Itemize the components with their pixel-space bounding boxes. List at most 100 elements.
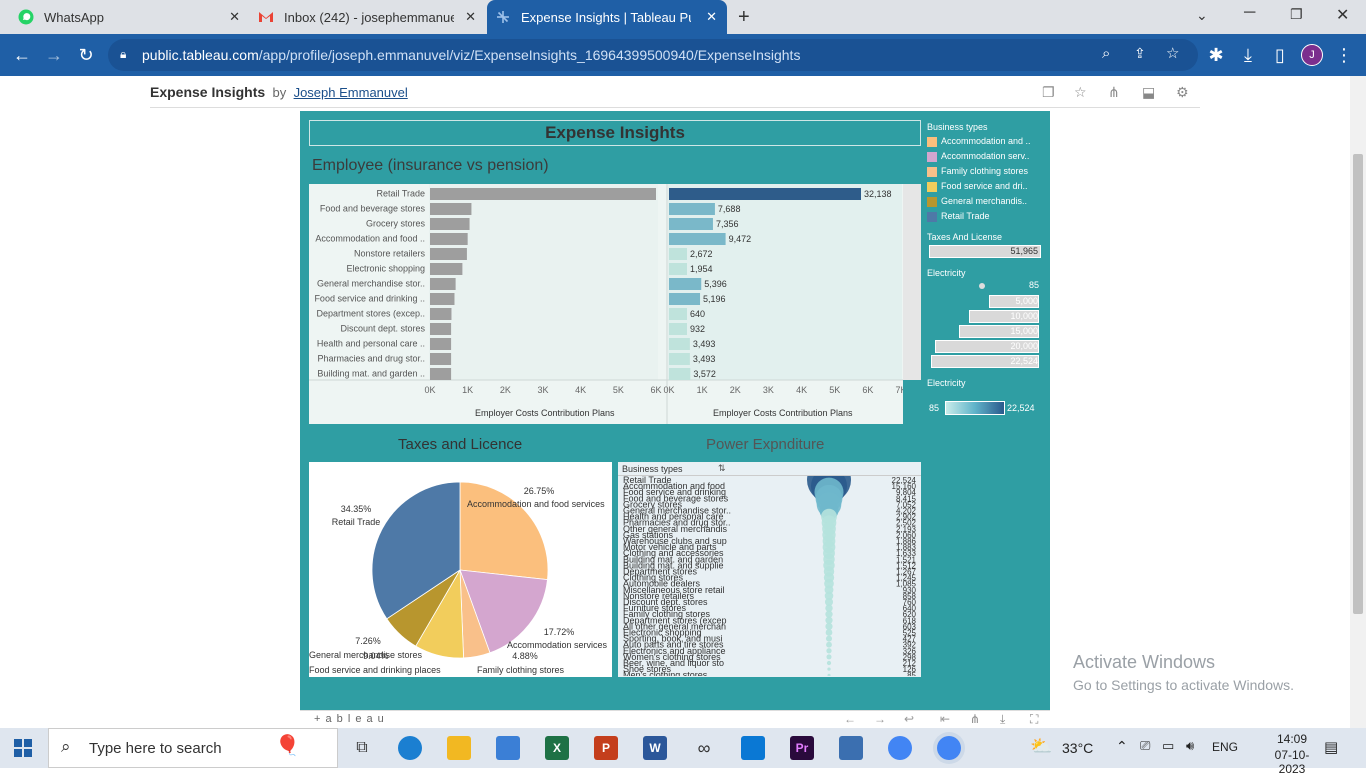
- share-icon[interactable]: ⇪: [1134, 45, 1146, 62]
- reload-icon[interactable]: ↻: [74, 43, 98, 67]
- zoom-icon[interactable]: ⌕: [1102, 45, 1110, 62]
- bar-value-label: 3,493: [693, 339, 716, 349]
- redo-icon[interactable]: →: [874, 712, 886, 726]
- insurance-bar: [669, 263, 687, 275]
- chrome-active-icon[interactable]: [937, 736, 961, 760]
- search-placeholder: Type here to search: [89, 740, 222, 757]
- weather-icon: ⛅: [1030, 736, 1053, 756]
- pie-slice-label: Accommodation and food services: [467, 499, 605, 509]
- windows-start-icon[interactable]: [14, 739, 32, 757]
- weather-temp[interactable]: 33°C: [1062, 740, 1093, 756]
- word-icon[interactable]: W: [643, 736, 667, 760]
- back-icon[interactable]: ←: [10, 43, 34, 67]
- premiere-icon[interactable]: Pr: [790, 736, 814, 760]
- legend-item[interactable]: Accommodation serv..: [927, 151, 1029, 163]
- sort-icon[interactable]: ⇅: [718, 463, 726, 474]
- legend-label: Family clothing stores: [941, 166, 1029, 176]
- chrome-icon[interactable]: [888, 736, 912, 760]
- new-tab-icon[interactable]: +: [738, 6, 750, 29]
- legend-swatch: [927, 151, 937, 162]
- clock-date[interactable]: 07-10-2023: [1262, 748, 1322, 776]
- volume-icon[interactable]: 🔊︎: [1186, 738, 1194, 754]
- page-scrollbar[interactable]: [1350, 76, 1366, 728]
- insurance-bar: [669, 248, 687, 260]
- network-icon[interactable]: ⎚: [1140, 738, 1150, 754]
- pension-bar: [430, 353, 452, 365]
- avatar[interactable]: J: [1301, 44, 1323, 66]
- close-icon[interactable]: ✕: [229, 9, 240, 25]
- first-icon[interactable]: ⇤: [940, 712, 950, 726]
- store-icon[interactable]: [496, 736, 520, 760]
- tab-tableau[interactable]: Expense Insights | Tableau Public ✕: [487, 0, 727, 34]
- legend-item[interactable]: Accommodation and ..: [927, 136, 1031, 148]
- tab-title: Inbox (242) - josephemmanuel8: [284, 9, 454, 25]
- battery-icon[interactable]: ▭: [1162, 738, 1174, 754]
- infinity-app-icon[interactable]: ∞: [692, 736, 716, 760]
- category-label: Grocery stores: [366, 219, 426, 229]
- power-mark: [826, 648, 832, 654]
- x-tick-label: 6K: [862, 385, 873, 395]
- chart-scrollbar[interactable]: [903, 184, 921, 380]
- task-view-icon[interactable]: ⧉: [350, 736, 374, 760]
- language-indicator[interactable]: ENG: [1212, 740, 1238, 754]
- legend-item[interactable]: General merchandis..: [927, 196, 1027, 208]
- copy-icon[interactable]: ❐: [1042, 84, 1055, 101]
- tableau-brand[interactable]: + a b l e a u: [314, 713, 385, 725]
- powerpoint-icon[interactable]: P: [594, 736, 618, 760]
- undo-icon[interactable]: ←: [844, 712, 856, 726]
- edge-icon[interactable]: [398, 736, 422, 760]
- address-bar[interactable]: 🔒︎ public.tableau.com/app/profile/joseph…: [108, 39, 1198, 71]
- bar-value-label: 5,196: [703, 294, 726, 304]
- electricity-size-label: 22,524: [1010, 356, 1038, 366]
- fullscreen-icon[interactable]: ⛶: [1030, 712, 1038, 727]
- favorite-star-icon[interactable]: ☆: [1074, 84, 1087, 101]
- legend-item[interactable]: Retail Trade: [927, 211, 990, 223]
- side-panel-icon[interactable]: ▯: [1268, 43, 1292, 67]
- viz-title: Expense Insights: [309, 120, 921, 146]
- tableau-desktop-icon[interactable]: [839, 736, 863, 760]
- taxes-pie-panel: 26.75% Accommodation and food services 17.…: [309, 462, 612, 677]
- legend-item[interactable]: Food service and dri..: [927, 181, 1028, 193]
- pie-slice-label: Retail Trade: [332, 517, 381, 527]
- forward-icon[interactable]: →: [42, 43, 66, 67]
- close-icon[interactable]: ✕: [706, 9, 717, 25]
- tab-whatsapp[interactable]: WhatsApp ✕: [10, 0, 250, 34]
- notification-icon[interactable]: ▤: [1324, 738, 1338, 756]
- power-mark: [826, 660, 832, 666]
- minimize-icon[interactable]: ─: [1244, 4, 1255, 22]
- bookmark-star-icon[interactable]: ☆: [1166, 44, 1179, 62]
- file-explorer-icon[interactable]: [447, 736, 471, 760]
- vscode-icon[interactable]: [741, 736, 765, 760]
- pie-slice-label: General merchandise stores: [309, 650, 423, 660]
- electricity-size-dot: [979, 283, 985, 289]
- taxes-legend-value: 51,965: [1010, 246, 1038, 256]
- share-icon[interactable]: ⋔: [970, 712, 980, 726]
- scrollbar-thumb[interactable]: [1353, 154, 1363, 614]
- extensions-icon[interactable]: ✱: [1204, 43, 1228, 67]
- revert-icon[interactable]: ↩: [904, 712, 914, 726]
- legend-item[interactable]: Family clothing stores: [927, 166, 1028, 178]
- author-link[interactable]: Joseph Emmanuvel: [294, 85, 408, 100]
- close-icon[interactable]: ✕: [465, 9, 476, 25]
- tab-gmail[interactable]: Inbox (242) - josephemmanuel8 ✕: [250, 0, 486, 34]
- clock-time[interactable]: 14:09: [1262, 732, 1322, 746]
- electricity-color-legend-title: Electricity: [927, 378, 966, 388]
- x-tick-label: 3K: [763, 385, 774, 395]
- settings-icon[interactable]: ⚙: [1176, 84, 1189, 101]
- download-icon[interactable]: ⤓: [1000, 712, 1005, 727]
- x-tick-label: 5K: [613, 385, 624, 395]
- electricity-size-legend-title: Electricity: [927, 268, 966, 278]
- pension-bar: [430, 248, 467, 260]
- share-icon[interactable]: ⋔: [1108, 84, 1120, 101]
- legend-swatch: [927, 166, 937, 177]
- download-icon[interactable]: ⬓: [1142, 84, 1155, 101]
- taskbar-search-input[interactable]: ⌕ Type here to search 🎈: [48, 728, 338, 768]
- employee-chart-panel: Retail Trade 32,138 Food and beverage stor…: [309, 184, 921, 424]
- restore-icon[interactable]: ❐: [1290, 6, 1303, 23]
- tray-chevron-icon[interactable]: ⌃: [1116, 738, 1128, 755]
- menu-icon[interactable]: ⋮: [1332, 43, 1356, 67]
- tab-search-icon[interactable]: ⌄: [1196, 7, 1208, 24]
- excel-icon[interactable]: X: [545, 736, 569, 760]
- download-icon[interactable]: ⤓: [1236, 43, 1260, 67]
- window-close-icon[interactable]: ✕: [1336, 5, 1349, 25]
